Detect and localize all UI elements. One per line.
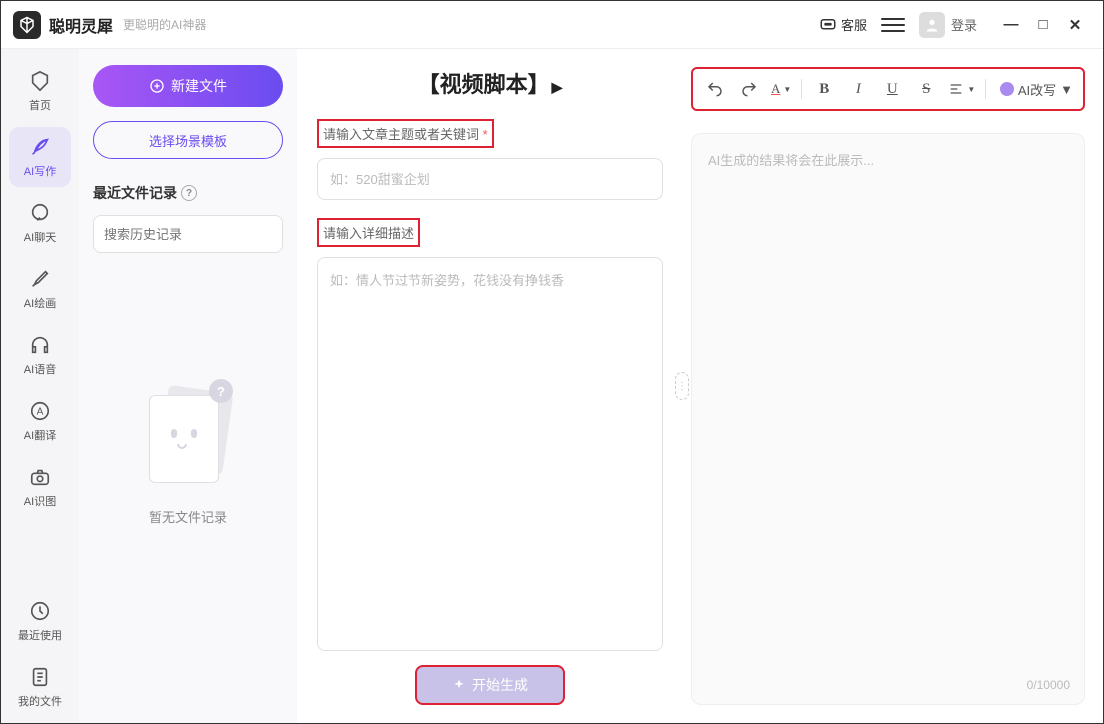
topic-label: 请输入文章主题或者关键词 * (317, 119, 494, 148)
nav-ai-translate[interactable]: A AI翻译 (9, 391, 71, 451)
maximize-button[interactable]: □ (1027, 13, 1059, 37)
sparkle-icon (452, 678, 466, 692)
ai-rewrite-button[interactable]: AI改写 ▼ (1000, 80, 1073, 99)
char-count: 0/10000 (1027, 678, 1070, 692)
italic-button[interactable]: I (846, 77, 870, 101)
empty-illustration-icon: ? (143, 383, 233, 493)
sidebar: 首页 AI写作 AI聊天 AI绘画 AI语音 A AI翻译 AI识图 (1, 49, 79, 723)
app-name: 聪明灵犀 (49, 13, 113, 37)
empty-text: 暂无文件记录 (149, 507, 227, 526)
chat-icon (819, 16, 837, 34)
undo-button[interactable] (703, 77, 727, 101)
titlebar: 聪明灵犀 更聪明的AI神器 客服 登录 — □ ✕ (1, 1, 1103, 49)
output-area[interactable]: AI生成的结果将会在此展示... 0/10000 (691, 133, 1085, 705)
topic-input[interactable] (317, 158, 663, 200)
generate-button[interactable]: 开始生成 (415, 665, 565, 705)
nav-recent[interactable]: 最近使用 (9, 591, 71, 651)
camera-icon (28, 465, 52, 489)
strike-button[interactable]: S (914, 77, 938, 101)
search-history-box[interactable] (93, 215, 283, 253)
underline-button[interactable]: U (880, 77, 904, 101)
nav-ai-chat[interactable]: AI聊天 (9, 193, 71, 253)
output-placeholder: AI生成的结果将会在此展示... (708, 150, 1068, 169)
file-icon (28, 665, 52, 689)
nav-ai-voice[interactable]: AI语音 (9, 325, 71, 385)
recent-files-header: 最近文件记录 ? (93, 183, 283, 203)
menu-icon[interactable] (881, 13, 905, 37)
home-icon (28, 69, 52, 93)
align-button[interactable]: ▼ (948, 81, 975, 97)
brush-icon (28, 267, 52, 291)
minimize-button[interactable]: — (995, 13, 1027, 37)
nav-ai-writing[interactable]: AI写作 (9, 127, 71, 187)
editor-toolbar: A▼ B I U S ▼ AI改写 ▼ (691, 67, 1085, 111)
nav-ai-image[interactable]: AI识图 (9, 457, 71, 517)
search-input[interactable] (104, 227, 280, 242)
play-icon: ▶ (552, 79, 563, 95)
nav-home[interactable]: 首页 (9, 61, 71, 121)
close-button[interactable]: ✕ (1059, 13, 1091, 37)
app-tagline: 更聪明的AI神器 (123, 16, 206, 33)
new-file-button[interactable]: 新建文件 (93, 65, 283, 107)
bold-button[interactable]: B (812, 77, 836, 101)
center-panel: 【视频脚本】▶ 请输入文章主题或者关键词 * 请输入详细描述 开始生成 ⋮ (297, 49, 683, 723)
ai-dot-icon (1000, 82, 1014, 96)
help-icon[interactable]: ? (181, 185, 197, 201)
chat-bubble-icon (28, 201, 52, 225)
page-title[interactable]: 【视频脚本】▶ (317, 67, 663, 99)
login-button[interactable]: 登录 (951, 15, 977, 34)
resize-handle[interactable]: ⋮ (675, 372, 689, 400)
translate-icon: A (28, 399, 52, 423)
template-button[interactable]: 选择场景模板 (93, 121, 283, 159)
align-icon (948, 81, 964, 97)
headphones-icon (28, 333, 52, 357)
desc-label: 请输入详细描述 (317, 218, 420, 247)
plus-circle-icon (149, 78, 165, 94)
desc-textarea[interactable] (317, 257, 663, 651)
support-button[interactable]: 客服 (819, 15, 867, 34)
right-panel: A▼ B I U S ▼ AI改写 ▼ AI生成的结果将会在此展示... 0/1… (683, 49, 1103, 723)
avatar-icon (919, 12, 945, 38)
clock-icon (28, 599, 52, 623)
empty-state: ? 暂无文件记录 (93, 283, 283, 707)
font-color-button[interactable]: A▼ (771, 81, 791, 97)
svg-text:A: A (37, 407, 44, 418)
chevron-down-icon: ▼ (1060, 82, 1073, 97)
nav-my-files[interactable]: 我的文件 (9, 657, 71, 717)
app-logo-icon (13, 11, 41, 39)
redo-button[interactable] (737, 77, 761, 101)
feather-icon (28, 135, 52, 159)
nav-ai-paint[interactable]: AI绘画 (9, 259, 71, 319)
file-panel: 新建文件 选择场景模板 最近文件记录 ? ? 暂无文件记录 (79, 49, 297, 723)
